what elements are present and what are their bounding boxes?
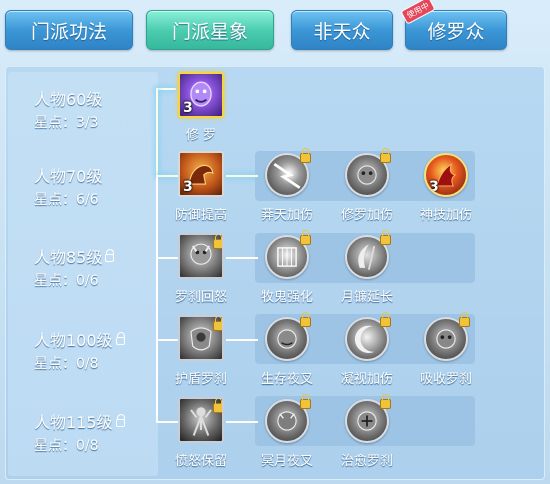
node-count: 3 — [429, 179, 439, 195]
lock-icon — [213, 235, 222, 249]
tab-feitianzhong[interactable]: 非天众 — [291, 10, 393, 50]
node-count: 3 — [183, 100, 193, 116]
star-points: 星点：0/8 — [34, 356, 99, 372]
star-points: 星点：0/8 — [34, 438, 99, 454]
node-label: 治愈罗刹 — [340, 454, 393, 469]
skill-node-shenji[interactable]: 3 — [424, 153, 468, 197]
node-label: 修罗加伤 — [340, 208, 393, 223]
level-title: 人物85级 — [34, 244, 115, 268]
tab-label: 修罗众 — [427, 20, 485, 43]
node-label: 冥月夜叉 — [260, 454, 313, 469]
lock-icon — [380, 312, 391, 327]
node-label: 月镰延长 — [340, 290, 393, 305]
node-label: 牧鬼强化 — [260, 290, 313, 305]
lock-icon — [115, 414, 125, 427]
level-title: 人物115级 — [34, 409, 125, 433]
connector-line — [226, 421, 258, 423]
node-label: 护盾罗刹 — [174, 372, 227, 387]
connector-line-active — [156, 175, 178, 177]
tab-label: 门派功法 — [30, 20, 107, 43]
node-label: 修 罗 — [185, 128, 217, 143]
level-title: 人物70级 — [34, 167, 103, 186]
connector-line — [156, 257, 178, 259]
connector-line-active — [156, 88, 158, 176]
tab-xiuluozhong[interactable]: 使用中 修罗众 — [400, 0, 507, 50]
node-label: 神技加伤 — [419, 208, 472, 223]
connector-line — [226, 339, 258, 341]
node-label: 防御提高 — [174, 208, 227, 223]
node-label: 生存夜叉 — [260, 372, 313, 387]
lock-icon — [380, 230, 391, 245]
level-title: 人物100级 — [34, 327, 125, 351]
connector-line-active — [226, 175, 258, 177]
skill-node-fennu[interactable] — [178, 397, 224, 443]
tab-label: 非天众 — [313, 20, 371, 43]
lock-icon — [300, 394, 311, 409]
star-points: 星点：0/6 — [34, 273, 99, 289]
skill-node-hudun[interactable] — [178, 315, 224, 361]
star-points: 星点：6/6 — [34, 192, 99, 208]
lock-icon — [380, 148, 391, 163]
node-label: 凝视加伤 — [340, 372, 393, 387]
skill-node-luocha[interactable] — [178, 233, 224, 279]
node-label: 吸收罗刹 — [419, 372, 472, 387]
connector-line — [156, 421, 178, 423]
skill-node-xiuluo[interactable]: 3 — [178, 72, 224, 118]
lock-icon — [300, 230, 311, 245]
node-label: 莽天加伤 — [260, 208, 313, 223]
node-label: 罗刹回怒 — [174, 290, 227, 305]
tab-label: 门派星象 — [171, 20, 248, 43]
lock-icon — [380, 394, 391, 409]
level-title: 人物60级 — [34, 90, 103, 109]
lock-icon — [213, 399, 222, 413]
connector-line-active — [156, 88, 176, 90]
lock-icon — [105, 249, 115, 262]
lock-icon — [459, 312, 470, 327]
node-count: 3 — [183, 179, 193, 195]
lock-icon — [300, 148, 311, 163]
tab-sect-skills[interactable]: 门派功法 — [5, 10, 133, 50]
lock-icon — [300, 312, 311, 327]
lock-icon — [213, 317, 222, 331]
star-points: 星点：3/3 — [34, 115, 99, 131]
connector-line — [156, 339, 178, 341]
tab-sect-stars[interactable]: 门派星象 — [146, 10, 274, 50]
connector-line — [156, 177, 158, 423]
node-label: 愤怒保留 — [174, 454, 227, 469]
lock-icon — [115, 332, 125, 345]
connector-line — [226, 257, 258, 259]
skill-node-fangyu[interactable]: 3 — [178, 151, 224, 197]
